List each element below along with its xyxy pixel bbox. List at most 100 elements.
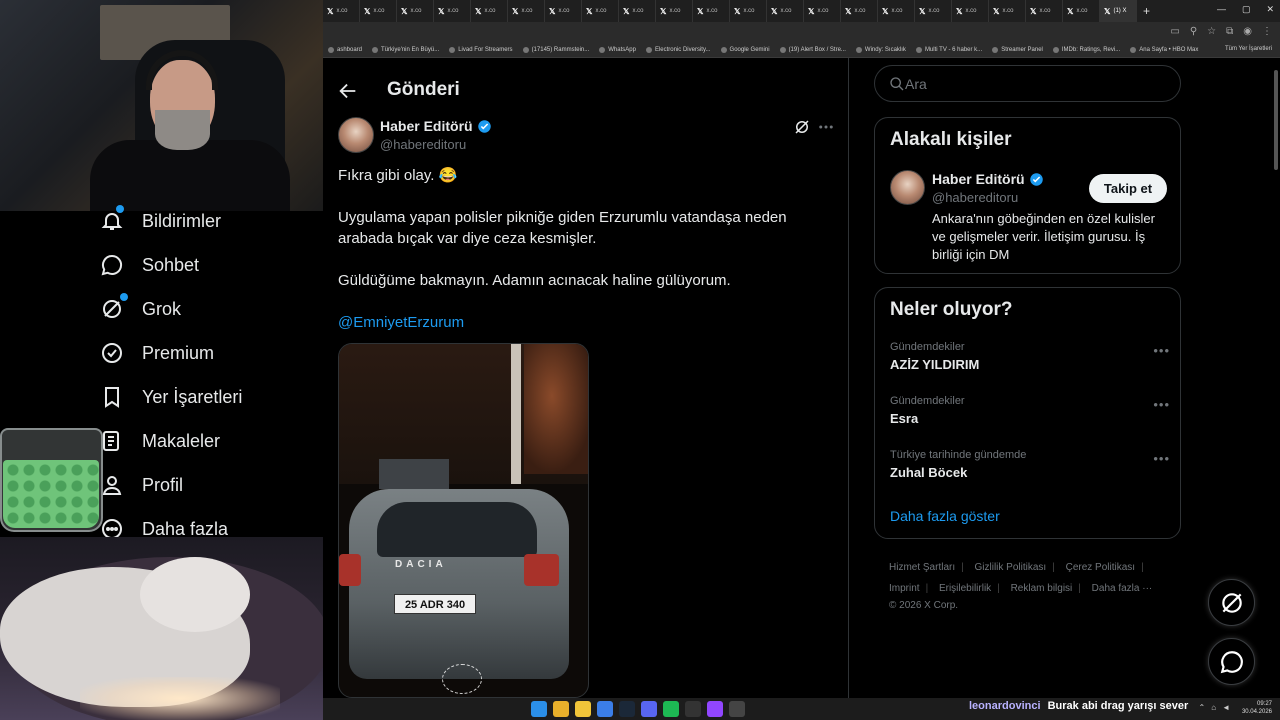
footer-link[interactable]: Imprint [889,583,920,594]
follow-button[interactable]: Takip et [1089,174,1167,203]
account-icon[interactable]: ◉ [1243,26,1252,37]
bookmark-item[interactable]: Google Gemini [716,46,775,53]
browser-tab[interactable]: 𝕏x.co [434,0,471,22]
footer-link[interactable]: Reklam bilgisi [1011,583,1073,594]
browser-tab[interactable]: 𝕏x.co [767,0,804,22]
avatar[interactable] [338,117,374,153]
search-input[interactable]: Ara [874,65,1181,102]
show-more-link[interactable]: Daha fazla göster [890,508,1000,524]
close-window-button[interactable]: ✕ [1266,4,1274,15]
file-explorer-icon[interactable] [575,701,591,717]
stream-app-icon[interactable] [707,701,723,717]
bookmark-item[interactable]: Ana Sayfa • HBO Max [1125,46,1203,53]
browser-tab[interactable]: 𝕏x.co [656,0,693,22]
back-arrow-icon[interactable] [337,80,359,102]
zoom-icon[interactable]: ⚲ [1190,26,1197,37]
browser-tab[interactable]: 𝕏x.co [471,0,508,22]
more-options-icon[interactable] [817,118,835,136]
browser-tab[interactable]: 𝕏x.co [989,0,1026,22]
more-options-icon[interactable]: ••• [1153,343,1170,358]
page-scrollbar[interactable] [1272,58,1280,698]
scrollbar-thumb[interactable] [1274,70,1278,170]
nav-item-notifications[interactable]: Bildirimler [100,199,221,243]
more-options-icon[interactable]: ••• [1153,397,1170,412]
discord-icon[interactable] [641,701,657,717]
grok-explain-icon[interactable] [793,118,811,136]
bookmark-item[interactable]: IMDb: Ratings, Revi... [1048,46,1125,53]
footer-link[interactable]: Hizmet Şartları [889,562,955,573]
nav-item-profile[interactable]: Profil [100,463,183,507]
browser-tab[interactable]: 𝕏x.co [397,0,434,22]
footer-link[interactable]: Daha fazla ··· [1092,583,1153,594]
trend-item[interactable]: Türkiye tarihinde gündemde Zuhal Böcek •… [890,449,1170,493]
footer-link[interactable]: Erişilebilirlik [939,583,991,594]
volume-icon[interactable]: ◄ [1222,703,1230,712]
browser-tab[interactable]: 𝕏x.co [915,0,952,22]
browser-tab[interactable]: 𝕏x.co [841,0,878,22]
chevron-up-icon[interactable]: ⌃ [1199,703,1206,712]
trend-item[interactable]: Gündemdekiler AZİZ YILDIRIM ••• [890,341,1170,385]
star-icon[interactable]: ☆ [1207,26,1216,37]
trend-item[interactable]: Gündemdekiler Esra ••• [890,395,1170,439]
footer-link[interactable]: Gizlilik Politikası [975,562,1047,573]
spotify-icon[interactable] [663,701,679,717]
browser-tab[interactable]: 𝕏x.co [619,0,656,22]
browser-tab[interactable]: 𝕏x.co [804,0,841,22]
related-name[interactable]: Haber Editörü [932,171,1044,187]
bookmark-item[interactable]: Multi TV - 6 haber k... [911,46,987,53]
bookmark-item[interactable]: WhatsApp [594,46,641,53]
system-clock[interactable]: 09:27 30.04.2026 [1242,700,1272,716]
steam-icon[interactable] [619,701,635,717]
mention-link[interactable]: @EmniyetErzurum [338,314,464,331]
nav-item-grok[interactable]: Grok [100,287,181,331]
avatar[interactable] [890,170,925,205]
bookmark-item[interactable]: Electronic Diversity... [641,46,716,53]
related-handle[interactable]: @habereditoru [932,190,1018,205]
post-video[interactable]: DACIA 25 ADR 340 [338,343,589,698]
author-name[interactable]: Haber Editörü [380,118,492,134]
browser-tab[interactable]: 𝕏 (1) X [1100,0,1137,22]
nav-item-chat[interactable]: Sohbet [100,243,199,287]
menu-icon[interactable]: ⋮ [1262,26,1272,37]
chrome-icon[interactable] [553,701,569,717]
maximize-button[interactable]: ▢ [1242,4,1251,15]
bookmark-item[interactable]: Windy: Sıcaklık [851,46,911,53]
bookmark-item[interactable]: (17145) Rammstein... [518,46,595,53]
author-handle[interactable]: @habereditoru [380,137,466,152]
browser-tab[interactable]: 𝕏x.co [1026,0,1063,22]
browser-tab[interactable]: 𝕏x.co [1063,0,1100,22]
x-logo-icon: 𝕏 [1104,6,1111,16]
nav-item-bookmarks[interactable]: Yer İşaretleri [100,375,242,419]
browser-tab[interactable]: 𝕏x.co [952,0,989,22]
dog-head [140,557,250,632]
browser-tab[interactable]: 𝕏x.co [545,0,582,22]
cast-icon[interactable]: ▭ [1170,26,1179,37]
nav-item-articles[interactable]: Makaleler [100,419,220,463]
bookmark-item[interactable]: Streamer Panel [987,46,1048,53]
browser-tab[interactable]: 𝕏x.co [693,0,730,22]
browser-tab[interactable]: 𝕏x.co [508,0,545,22]
nav-item-premium[interactable]: Premium [100,331,214,375]
windows-start-icon[interactable] [531,701,547,717]
more-options-icon[interactable]: ••• [1153,451,1170,466]
browser-tab[interactable]: 𝕏x.co [878,0,915,22]
all-bookmarks[interactable]: Tüm Yer İşaretleri [1225,46,1272,52]
minimize-button[interactable]: — [1217,4,1226,15]
extensions-icon[interactable]: ⧉ [1226,26,1233,37]
settings-icon[interactable] [729,701,745,717]
epic-games-icon[interactable] [685,701,701,717]
network-icon[interactable]: ⌂ [1211,703,1216,712]
bookmark-item[interactable]: Türkiye'nin En Büyü... [367,46,444,53]
browser-tab[interactable]: 𝕏x.co [360,0,397,22]
bookmark-item[interactable]: ashboard [323,46,367,53]
browser-tab[interactable]: 𝕏x.co [582,0,619,22]
bookmark-item[interactable]: (19) Alert Box / Stre... [775,46,851,53]
browser-tab[interactable]: 𝕏x.co [323,0,360,22]
messages-floating-button[interactable] [1208,638,1255,685]
new-tab-button[interactable]: + [1137,4,1156,18]
obs-icon[interactable] [597,701,613,717]
browser-tab[interactable]: 𝕏x.co [730,0,767,22]
footer-link[interactable]: Çerez Politikası [1066,562,1135,573]
bookmark-item[interactable]: Livad For Streamers [444,46,517,53]
grok-floating-button[interactable] [1208,579,1255,626]
